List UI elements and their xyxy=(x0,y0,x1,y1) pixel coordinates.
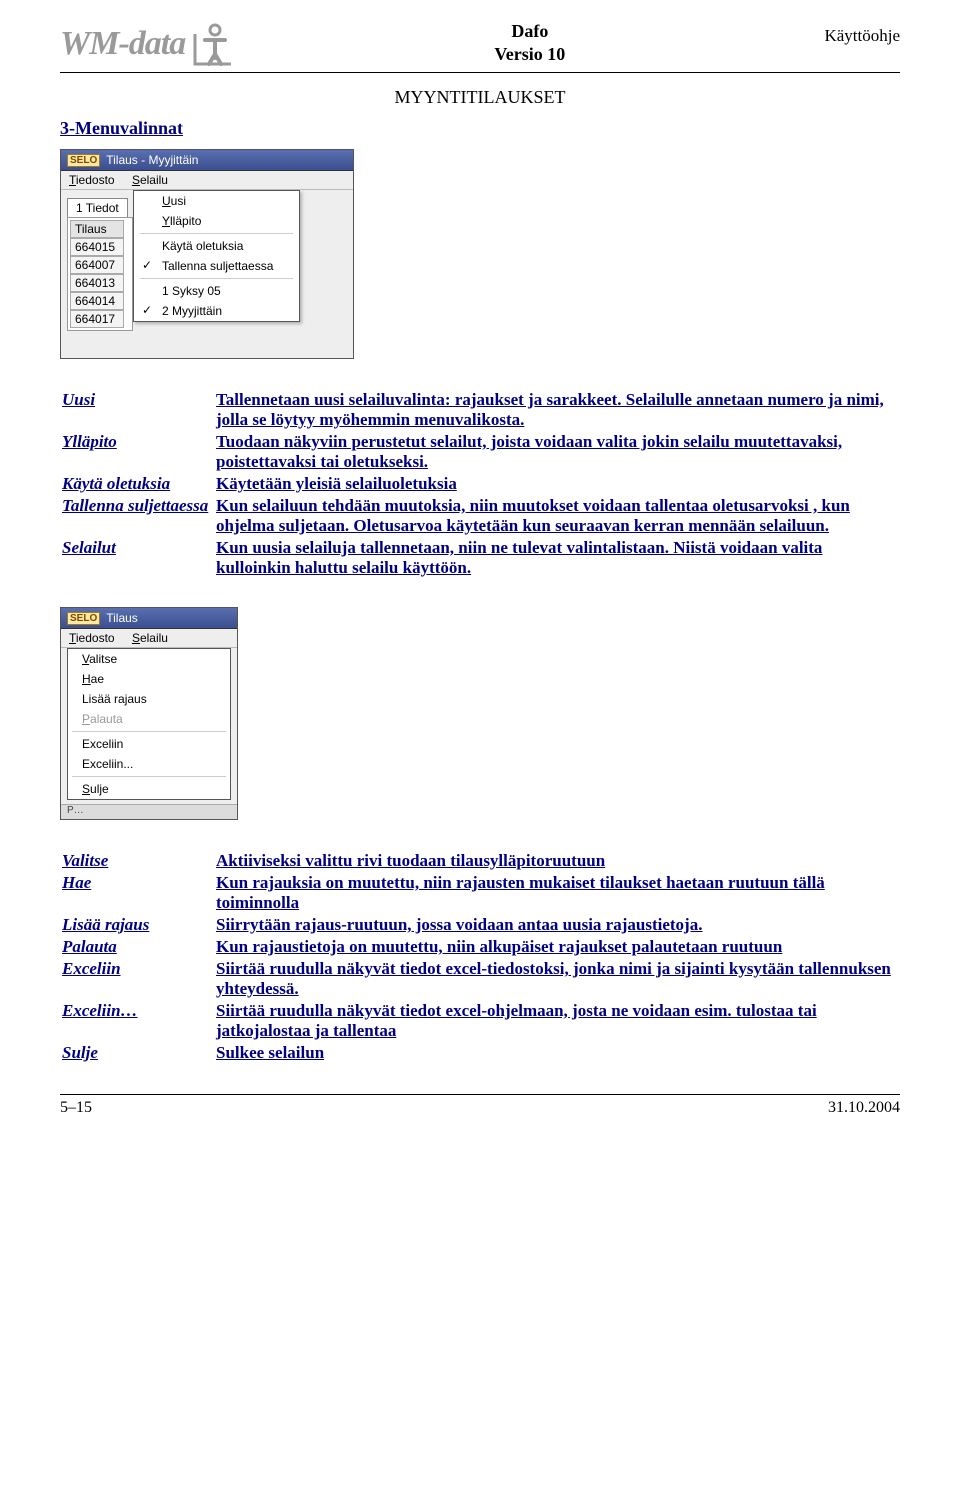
desc-lisaa-rajaus: Siirrytään rajaus-ruutuun, jossa voidaan… xyxy=(214,914,900,936)
desc-exceliin-dots: Siirtää ruudulla näkyvät tiedot excel-oh… xyxy=(214,1000,900,1042)
desc-valitse: Aktiiviseksi valittu rivi tuodaan tilaus… xyxy=(214,850,900,872)
dropdown-tiedosto: Valitse Hae Lisää rajaus Palauta Excelii… xyxy=(67,648,231,800)
window-title: Tilaus xyxy=(106,611,138,625)
menuitem-valitse[interactable]: Valitse xyxy=(68,649,230,669)
table-row[interactable]: 664014 xyxy=(70,292,124,310)
term-lisaa-rajaus: Lisää rajaus xyxy=(60,914,214,936)
menuitem-tallenna-suljettaessa[interactable]: Tallenna suljettaessa xyxy=(134,256,299,276)
term-tallenna: Tallenna suljettaessa xyxy=(60,495,214,537)
doc-title: Dafo Versio 10 xyxy=(494,20,565,67)
term-oletuksia: Käytä oletuksia xyxy=(60,473,214,495)
table-row[interactable]: 664015 xyxy=(70,238,124,256)
screenshot-selailu-menu: SELO Tilaus - Myyjittäin Tiedosto Selail… xyxy=(60,149,354,359)
header-rule xyxy=(60,72,900,73)
menuitem-recent-2[interactable]: 2 Myyjittäin xyxy=(134,301,299,321)
term-hae: Hae xyxy=(60,872,214,914)
page-footer: 5–15 31.10.2004 xyxy=(60,1094,900,1117)
app-badge: SELO xyxy=(67,154,100,167)
logo-text: WM-data xyxy=(60,25,185,63)
desc-palauta: Kun rajaustietoja on muutettu, niin alku… xyxy=(214,936,900,958)
statusbar-strip: P… xyxy=(61,804,237,819)
app-badge: SELO xyxy=(67,612,100,625)
desc-yllapito: Tuodaan näkyviin perustetut selailut, jo… xyxy=(214,431,900,473)
doc-name: Dafo xyxy=(494,20,565,43)
window-title: Tilaus - Myyjittäin xyxy=(106,153,198,167)
menu-selailu[interactable]: Selailu xyxy=(132,631,168,645)
desc-uusi: Tallennetaan uusi selailuvalinta: rajauk… xyxy=(214,389,900,431)
tab-tiedot[interactable]: 1 Tiedot xyxy=(67,198,128,217)
menuitem-exceliin[interactable]: Exceliin xyxy=(68,734,230,754)
menu-tiedosto[interactable]: Tiedosto xyxy=(69,631,115,645)
desc-oletuksia: Käytetään yleisiä selailuoletuksia xyxy=(214,473,900,495)
term-yllapito: Ylläpito xyxy=(60,431,214,473)
menubar: Tiedosto Selailu xyxy=(61,629,237,648)
menuitem-lisaa-rajaus[interactable]: Lisää rajaus xyxy=(68,689,230,709)
menubar: Tiedosto Selailu xyxy=(61,171,353,190)
table-row[interactable]: 664007 xyxy=(70,256,124,274)
page-date: 31.10.2004 xyxy=(828,1099,900,1117)
term-valitse: Valitse xyxy=(60,850,214,872)
term-sulje: Sulje xyxy=(60,1042,214,1064)
desc-exceliin: Siirtää ruudulla näkyvät tiedot excel-ti… xyxy=(214,958,900,1000)
doc-version: Versio 10 xyxy=(494,43,565,66)
menuitem-sulje[interactable]: Sulje xyxy=(68,779,230,799)
desc-selailut: Kun uusia selailuja tallennetaan, niin n… xyxy=(214,537,900,579)
logo: WM-data xyxy=(60,20,235,68)
doc-type: Käyttöohje xyxy=(824,20,900,46)
menuitem-kayta-oletuksia[interactable]: Käytä oletuksia xyxy=(134,236,299,256)
dropdown-selailu: Uusi Ylläpito Käytä oletuksia Tallenna s… xyxy=(133,190,300,322)
doc-section: MYYNTITILAUKSET xyxy=(60,87,900,108)
table-row[interactable]: 664017 xyxy=(70,310,124,328)
col-header-tilaus: Tilaus xyxy=(70,220,124,238)
menuitem-recent-1[interactable]: 1 Syksy 05 xyxy=(134,281,299,301)
table-row[interactable]: 664013 xyxy=(70,274,124,292)
definitions-tiedosto: Valitse Aktiiviseksi valittu rivi tuodaa… xyxy=(60,850,900,1064)
menuitem-yllapito[interactable]: Ylläpito xyxy=(134,211,299,231)
term-exceliin: Exceliin xyxy=(60,958,214,1000)
separator xyxy=(72,731,226,732)
menuitem-palauta: Palauta xyxy=(68,709,230,729)
separator xyxy=(140,278,293,279)
menu-selailu[interactable]: Selailu xyxy=(132,173,168,187)
section-heading: 3-Menuvalinnat xyxy=(60,118,900,139)
menuitem-exceliin-dots[interactable]: Exceliin... xyxy=(68,754,230,774)
menuitem-hae[interactable]: Hae xyxy=(68,669,230,689)
term-palauta: Palauta xyxy=(60,936,214,958)
page-number: 5–15 xyxy=(60,1099,92,1117)
desc-sulje: Sulkee selailun xyxy=(214,1042,900,1064)
desc-tallenna: Kun selailuun tehdään muutoksia, niin mu… xyxy=(214,495,900,537)
person-icon xyxy=(187,20,235,68)
desc-hae: Kun rajauksia on muutettu, niin rajauste… xyxy=(214,872,900,914)
separator xyxy=(140,233,293,234)
separator xyxy=(72,776,226,777)
menu-tiedosto[interactable]: Tiedosto xyxy=(69,173,115,187)
menuitem-uusi[interactable]: Uusi xyxy=(134,191,299,211)
term-selailut: Selailut xyxy=(60,537,214,579)
term-uusi: Uusi xyxy=(60,389,214,431)
definitions-selailu: Uusi Tallennetaan uusi selailuvalinta: r… xyxy=(60,389,900,579)
term-exceliin-dots: Exceliin… xyxy=(60,1000,214,1042)
screenshot-tiedosto-menu: SELO Tilaus Tiedosto Selailu Valitse Hae… xyxy=(60,607,238,820)
